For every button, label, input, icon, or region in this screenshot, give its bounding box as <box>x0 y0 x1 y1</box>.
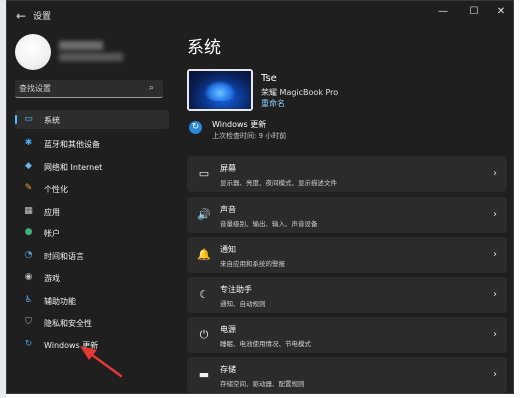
annotation-arrow <box>80 346 123 378</box>
